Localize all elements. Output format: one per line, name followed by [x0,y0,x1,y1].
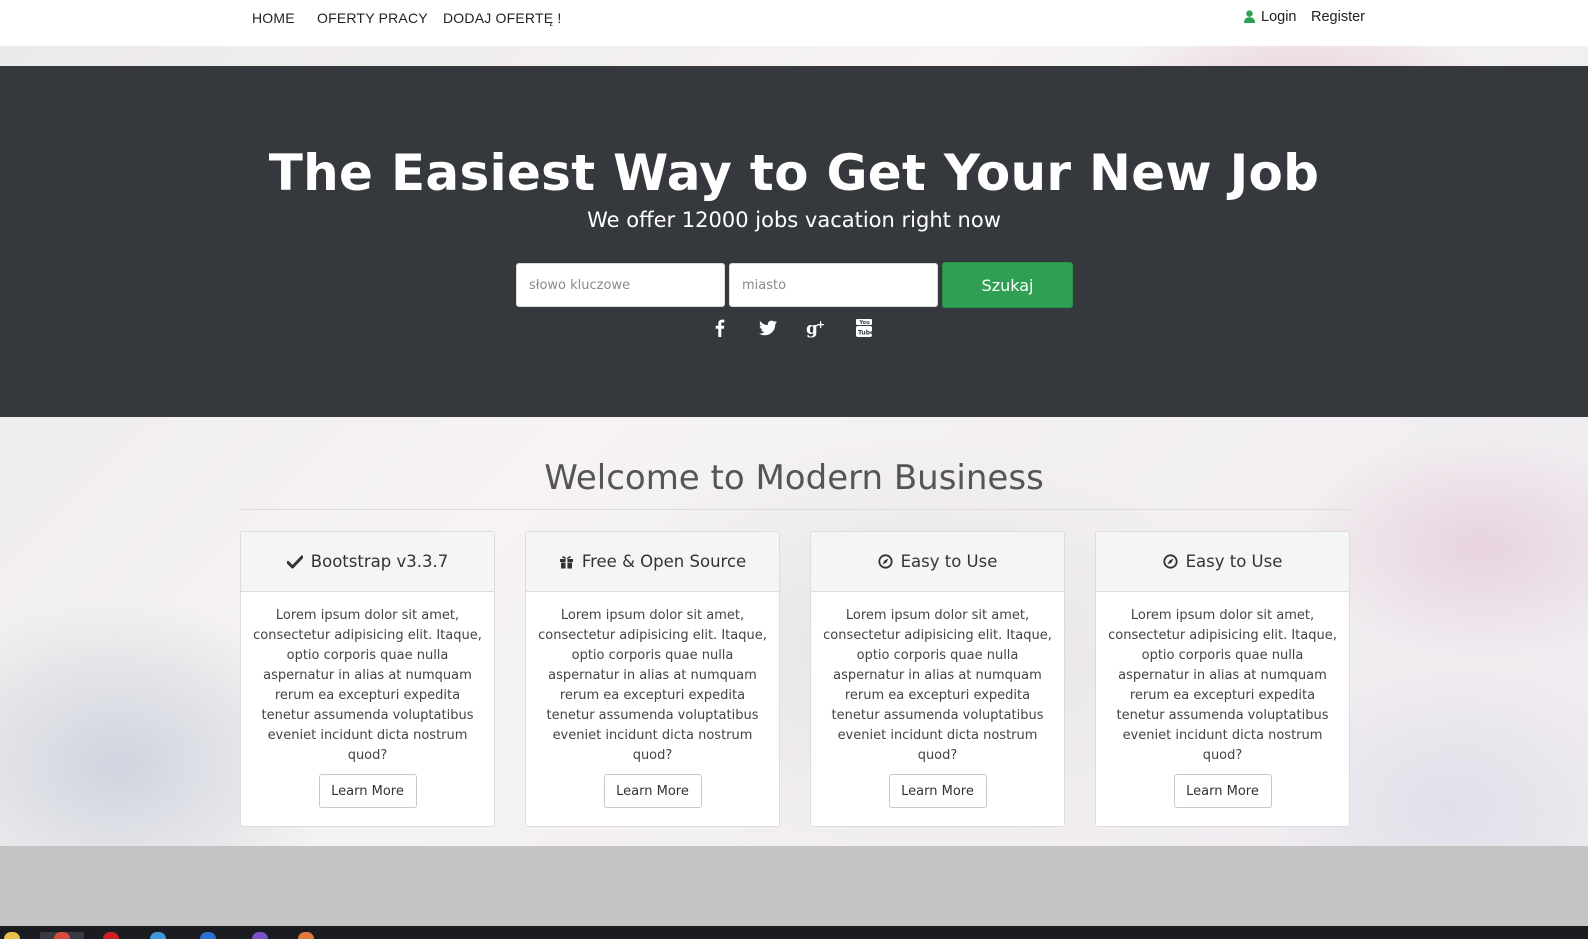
card-header: Easy to Use [811,532,1064,592]
login-link[interactable]: Login [1244,9,1296,25]
taskbar-app-icon[interactable] [298,932,314,939]
city-search-input[interactable] [729,263,938,307]
card-text: Lorem ipsum dolor sit amet, consectetur … [823,608,1052,763]
facebook-icon[interactable] [709,317,731,339]
google-plus-icon[interactable]: g + [805,317,827,339]
card-title: Free & Open Source [581,552,747,571]
svg-text:Tube: Tube [858,330,874,337]
card-text: Lorem ipsum dolor sit amet, consectetur … [1108,608,1337,763]
keyword-search-input[interactable] [516,263,725,307]
feature-card: Bootstrap v3.3.7 Lorem ipsum dolor sit a… [240,531,495,827]
gift-icon [559,556,573,569]
search-button[interactable]: Szukaj [942,262,1073,308]
card-text: Lorem ipsum dolor sit amet, consectetur … [538,608,767,763]
top-navbar: HOME OFERTY PRACY DODAJ OFERTĘ ! Login R… [0,0,1588,46]
card-text: Lorem ipsum dolor sit amet, consectetur … [253,608,482,763]
register-link[interactable]: Register [1311,9,1365,25]
login-label: Login [1261,9,1297,25]
card-body: Lorem ipsum dolor sit amet, consectetur … [1096,592,1349,808]
nav-job-offers[interactable]: OFERTY PRACY [317,10,428,26]
taskbar-browser-icon[interactable] [200,932,216,939]
taskbar-folder-icon[interactable] [4,932,20,939]
learn-more-button[interactable]: Learn More [888,774,987,808]
learn-more-button[interactable]: Learn More [603,774,702,808]
hero-title: The Easiest Way to Get Your New Job [268,144,1320,202]
taskbar-opera-icon[interactable] [103,932,119,939]
feature-card: Easy to Use Lorem ipsum dolor sit amet, … [810,531,1065,827]
compass-icon [878,554,893,569]
taskbar-skype-icon[interactable] [150,932,166,939]
nav-add-offer[interactable]: DODAJ OFERTĘ ! [443,10,561,26]
card-header: Easy to Use [1096,532,1349,592]
feature-card: Free & Open Source Lorem ipsum dolor sit… [525,531,780,827]
twitter-icon[interactable] [757,317,779,339]
youtube-icon[interactable]: Tube You [853,317,875,339]
nav-home[interactable]: HOME [252,10,295,26]
card-title: Easy to Use [900,552,998,571]
card-body: Lorem ipsum dolor sit amet, consectetur … [526,592,779,808]
learn-more-button[interactable]: Learn More [1173,774,1272,808]
svg-text:You: You [859,320,871,326]
learn-more-button[interactable]: Learn More [318,774,417,808]
next-section [0,846,1588,926]
svg-text:+: + [816,318,825,331]
card-header: Free & Open Source [526,532,779,592]
hero-subtitle: We offer 12000 jobs vacation right now [587,208,1001,232]
card-body: Lorem ipsum dolor sit amet, consectetur … [811,592,1064,808]
card-title: Bootstrap v3.3.7 [310,552,449,571]
section-divider [240,509,1350,510]
card-title: Easy to Use [1185,552,1283,571]
card-header: Bootstrap v3.3.7 [241,532,494,592]
section-title: Welcome to Modern Business [544,458,1044,498]
user-icon [1244,10,1255,23]
compass-icon [1163,554,1178,569]
feature-card: Easy to Use Lorem ipsum dolor sit amet, … [1095,531,1350,827]
os-taskbar [0,926,1588,939]
hero-section: The Easiest Way to Get Your New Job We o… [0,66,1588,417]
taskbar-chrome-icon[interactable] [54,932,70,939]
check-icon [286,555,303,568]
taskbar-visual-studio-icon[interactable] [252,932,268,939]
card-body: Lorem ipsum dolor sit amet, consectetur … [241,592,494,808]
